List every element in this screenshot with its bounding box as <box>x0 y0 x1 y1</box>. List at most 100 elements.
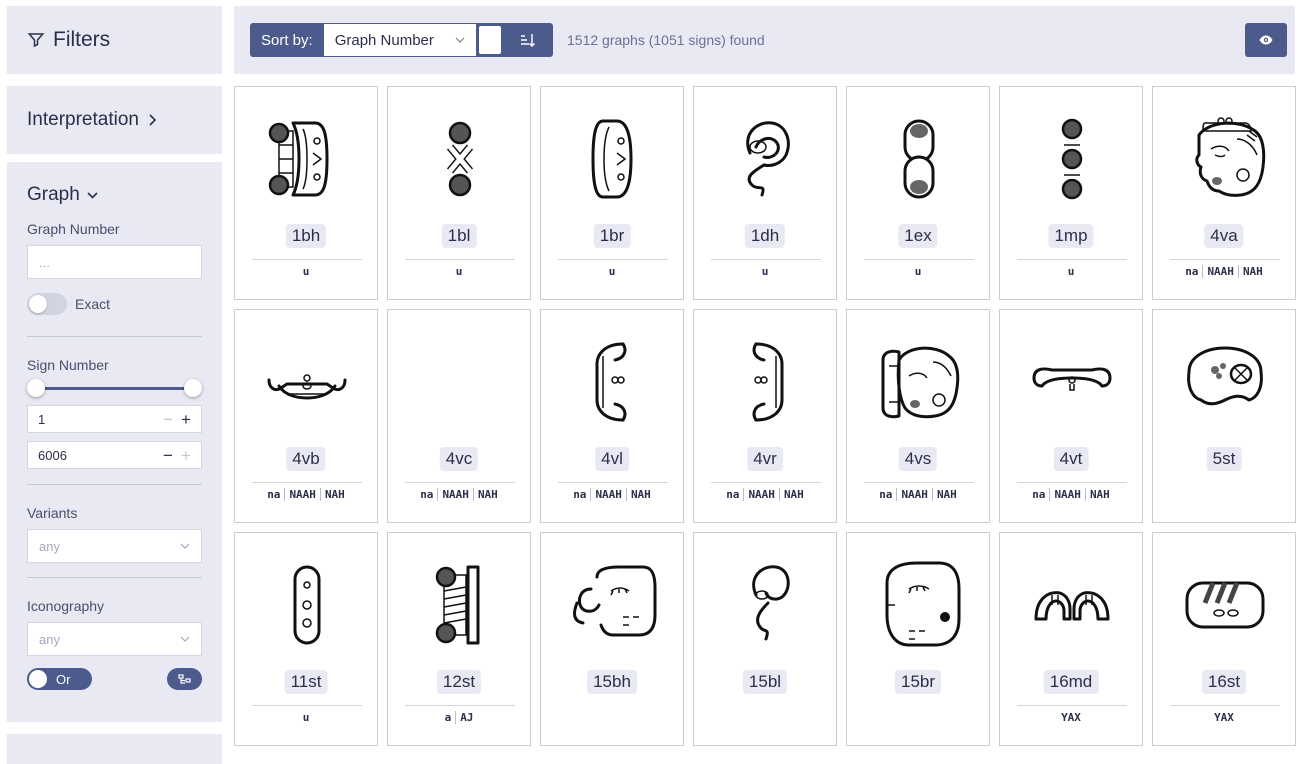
graph-card[interactable]: 16md YAX <box>999 532 1143 746</box>
reading-value: u <box>1067 265 1075 278</box>
readings: na NAAH NAH <box>388 488 530 501</box>
sign-min-input[interactable]: 1 − + <box>27 405 202 433</box>
graph-card[interactable]: 1dh u <box>693 86 837 300</box>
iconography-value: any <box>39 631 60 647</box>
chevron-down-icon <box>180 543 190 549</box>
iconography-select[interactable]: any <box>27 622 202 656</box>
readings: na NAAH NAH <box>847 488 989 501</box>
reading-value: u <box>914 265 922 278</box>
graph-code: 1mp <box>1048 224 1094 248</box>
reading-value: YAX <box>1214 711 1234 724</box>
graph-card[interactable]: 15bl <box>693 532 837 746</box>
graph-card[interactable]: 4vl na NAAH NAH <box>540 309 684 523</box>
plus-icon[interactable]: + <box>177 411 195 428</box>
or-toggle[interactable]: Or <box>27 668 92 690</box>
graph-code: 5st <box>1206 447 1242 471</box>
hierarchy-button[interactable] <box>167 668 202 690</box>
reading-value: na <box>726 488 740 501</box>
graph-card[interactable]: 4vs na NAAH NAH <box>846 309 990 523</box>
divider <box>252 259 362 260</box>
sort-direction-button[interactable] <box>503 23 553 57</box>
graph-card[interactable]: 12st a AJ <box>387 532 531 746</box>
sign-max-input[interactable]: 6006 − + <box>27 441 202 469</box>
reading-value: NAH <box>1084 488 1114 501</box>
graph-card[interactable]: 1br u <box>540 86 684 300</box>
reading-value: u <box>608 265 616 278</box>
glyph-image <box>257 555 357 655</box>
next-section-panel <box>7 734 222 764</box>
sort-control: Sort by: Graph Number <box>250 23 553 57</box>
graph-card[interactable]: 1mp u <box>999 86 1143 300</box>
graph-code: 4vc <box>439 447 479 471</box>
graph-card[interactable]: 5st <box>1152 309 1296 523</box>
graph-card[interactable]: 11st u <box>234 532 378 746</box>
reading-value: a <box>444 711 452 724</box>
interpretation-title: Interpretation <box>27 109 139 130</box>
graph-code: 4vs <box>898 447 938 471</box>
readings: u <box>388 265 530 278</box>
slider-max-handle[interactable] <box>184 379 202 397</box>
graph-card[interactable]: 4vt na NAAH NAH <box>999 309 1143 523</box>
graph-card[interactable]: 4vb na NAAH NAH <box>234 309 378 523</box>
divider <box>711 482 821 483</box>
graph-card[interactable]: 4va na NAAH NAH <box>1152 86 1296 300</box>
graph-code: 1bl <box>441 224 477 248</box>
sort-label: Sort by: <box>261 31 313 49</box>
variants-select[interactable]: any <box>27 529 202 563</box>
graph-code: 1ex <box>898 224 938 248</box>
reading-value: u <box>302 711 310 724</box>
interpretation-section-toggle[interactable]: Interpretation <box>7 86 222 154</box>
reading-value: NAH <box>625 488 655 501</box>
glyph-image <box>563 555 663 655</box>
reading-value: na <box>573 488 587 501</box>
minus-icon[interactable]: − <box>159 411 177 428</box>
graph-card[interactable]: 16st YAX <box>1152 532 1296 746</box>
glyph-image <box>869 555 969 655</box>
graph-code: 15br <box>894 670 942 694</box>
graph-number-input[interactable]: ... <box>27 245 202 279</box>
minus-icon[interactable]: − <box>159 447 177 464</box>
readings: u <box>541 265 683 278</box>
graph-code: 1bh <box>285 224 327 248</box>
glyph-image <box>410 109 510 209</box>
graph-section-toggle[interactable]: Graph <box>27 184 202 206</box>
readings: u <box>1000 265 1142 278</box>
graph-card[interactable]: 1bh u <box>234 86 378 300</box>
divider <box>1017 705 1127 706</box>
reading-value: NAAH <box>437 488 473 501</box>
iconography-label: Iconography <box>27 598 105 614</box>
graph-card[interactable]: 4vc na NAAH NAH <box>387 309 531 523</box>
view-toggle-button[interactable] <box>1245 23 1287 57</box>
reading-value: NAH <box>1237 265 1267 278</box>
glyph-image <box>563 109 663 209</box>
plus-icon[interactable]: + <box>177 447 195 464</box>
glyph-image <box>716 109 816 209</box>
sort-option-toggle[interactable] <box>478 26 501 54</box>
sort-select[interactable]: Graph Number <box>323 24 476 56</box>
filter-icon <box>27 33 45 48</box>
slider-min-handle[interactable] <box>27 379 45 397</box>
sign-number-slider[interactable] <box>27 377 202 399</box>
divider <box>252 482 362 483</box>
reading-value: NAAH <box>896 488 932 501</box>
graph-card[interactable]: 4vr na NAAH NAH <box>693 309 837 523</box>
readings: u <box>235 265 377 278</box>
graph-card[interactable]: 1ex u <box>846 86 990 300</box>
graph-filter-panel: Graph Graph Number ... Exact Sign Number… <box>7 162 222 722</box>
divider <box>1170 705 1280 706</box>
reading-value: na <box>1185 265 1199 278</box>
graph-card[interactable]: 15br <box>846 532 990 746</box>
divider <box>864 259 974 260</box>
exact-label: Exact <box>75 296 111 312</box>
divider <box>558 482 668 483</box>
graph-card[interactable]: 1bl u <box>387 86 531 300</box>
reading-value: u <box>302 265 310 278</box>
readings: na NAAH NAH <box>694 488 836 501</box>
reading-value: NAH <box>319 488 349 501</box>
readings: u <box>847 265 989 278</box>
exact-toggle[interactable] <box>27 293 67 315</box>
reading-value: na <box>267 488 281 501</box>
glyph-image <box>1175 109 1275 209</box>
readings: u <box>694 265 836 278</box>
graph-card[interactable]: 15bh <box>540 532 684 746</box>
